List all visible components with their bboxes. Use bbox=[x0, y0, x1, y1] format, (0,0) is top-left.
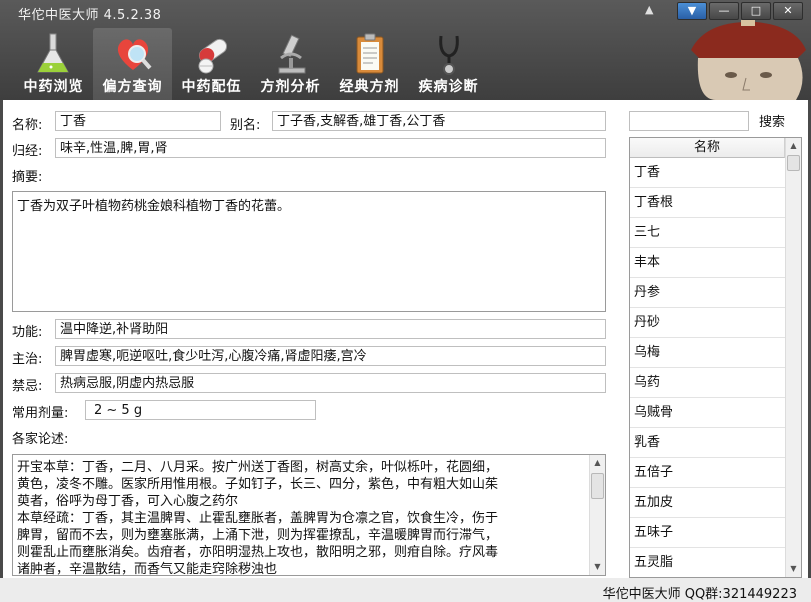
tab-herb-compatibility[interactable]: 中药配伍 bbox=[172, 28, 251, 100]
list-item[interactable]: 丁香 bbox=[630, 158, 785, 188]
list-item[interactable]: 五味子 bbox=[630, 518, 785, 548]
commentary-line: 则霍乱止而壅胀消矣。齿疳者，亦阳明湿热上攻也，散阳明之邪，则疳自除。疗风毒 bbox=[17, 545, 499, 560]
tab-remedy-search[interactable]: 偏方查询 bbox=[93, 28, 172, 100]
summary-label: 摘要: bbox=[12, 170, 43, 185]
commentary-line: 本草经疏：丁香，其主温脾胃、止霍乱壅胀者，盖脾胃为仓凛之官，饮食生冷，伤于 bbox=[17, 511, 499, 526]
list-item[interactable]: 五加皮 bbox=[630, 488, 785, 518]
tab-classic-formulas[interactable]: 经典方剂 bbox=[330, 28, 409, 100]
scroll-down-arrow-icon[interactable]: ▼ bbox=[590, 559, 605, 575]
tab-label: 中药浏览 bbox=[23, 79, 84, 95]
window-title: 华佗中医大师 4.5.2.38 bbox=[18, 8, 162, 23]
meridian-label: 归经: bbox=[12, 144, 43, 159]
name-field[interactable]: 丁香 bbox=[55, 111, 221, 131]
close-button[interactable]: ✕ bbox=[773, 2, 803, 20]
minimize-button[interactable]: — bbox=[709, 2, 739, 20]
clipboard-icon bbox=[356, 33, 384, 74]
herb-list-scrollbar[interactable]: ▲ ▼ bbox=[785, 138, 801, 577]
commentary-label: 各家论述: bbox=[12, 432, 69, 447]
name-label: 名称: bbox=[12, 118, 43, 133]
search-button[interactable]: 搜索 bbox=[759, 111, 785, 130]
menu-button[interactable]: ▼ bbox=[677, 2, 707, 20]
commentary-line: 萸者，俗呼为母丁香，可入心腹之药尔 bbox=[17, 494, 239, 509]
window-controls: ▼ — □ ✕ bbox=[677, 2, 803, 20]
list-item[interactable]: 三七 bbox=[630, 218, 785, 248]
herb-list: 名称 丁香 丁香根 三七 丰本 丹参 丹砂 乌梅 乌药 乌贼骨 乳香 五倍子 五… bbox=[629, 137, 802, 578]
list-item[interactable]: 丰本 bbox=[630, 248, 785, 278]
tab-herb-browse[interactable]: 中药浏览 bbox=[14, 28, 93, 100]
scroll-up-arrow-icon[interactable]: ▲ bbox=[590, 455, 605, 471]
status-text: 华佗中医大师 QQ群:321449223 bbox=[602, 587, 797, 602]
indication-label: 主治: bbox=[12, 352, 43, 367]
microscope-icon bbox=[278, 34, 306, 74]
title-and-toolbar: 华佗中医大师 4.5.2.38 ▲ ▼ — □ ✕ 中药浏览 偏方查询 中药配伍… bbox=[0, 0, 811, 100]
scroll-thumb[interactable] bbox=[591, 473, 604, 499]
scroll-up-arrow-icon[interactable]: ▲ bbox=[786, 138, 801, 154]
herb-list-header[interactable]: 名称 bbox=[630, 138, 785, 158]
dosage-field[interactable]: 2 ~ 5 g bbox=[85, 400, 316, 420]
stethoscope-icon bbox=[439, 35, 459, 75]
search-input[interactable] bbox=[629, 111, 749, 131]
heart-magnifier-icon bbox=[117, 39, 152, 70]
scroll-thumb[interactable] bbox=[787, 155, 800, 171]
list-item[interactable]: 五灵脂 bbox=[630, 548, 785, 577]
alias-label: 别名: bbox=[230, 118, 261, 133]
commentary-line: 开宝本草：丁香，二月、八月采。按广州送丁香图，树高丈余，叶似栎叶，花圆细， bbox=[17, 460, 499, 475]
tab-disease-diagnosis[interactable]: 疾病诊断 bbox=[409, 28, 488, 100]
list-item[interactable]: 五倍子 bbox=[630, 458, 785, 488]
list-item[interactable]: 乳香 bbox=[630, 428, 785, 458]
commentary-textarea[interactable]: 开宝本草：丁香，二月、八月采。按广州送丁香图，树高丈余，叶似栎叶，花圆细， 黄色… bbox=[12, 454, 606, 576]
flask-icon bbox=[37, 33, 69, 73]
tab-label: 方剂分析 bbox=[260, 79, 321, 95]
indication-field[interactable]: 脾胃虚寒,呃逆呕吐,食少吐泻,心腹冷痛,肾虚阳痿,宫冷 bbox=[55, 346, 606, 366]
tab-label: 疾病诊断 bbox=[418, 79, 479, 95]
dosage-label: 常用剂量: bbox=[12, 406, 69, 421]
skin-icon[interactable]: ▲ bbox=[645, 4, 659, 16]
toolbar-tabs: 中药浏览 偏方查询 中药配伍 方剂分析 经典方剂 疾病诊断 bbox=[14, 28, 488, 100]
contraindication-label: 禁忌: bbox=[12, 379, 43, 394]
pills-icon bbox=[198, 38, 228, 74]
maximize-button[interactable]: □ bbox=[741, 2, 771, 20]
tab-label: 经典方剂 bbox=[339, 79, 400, 95]
commentary-text: 开宝本草：丁香，二月、八月采。按广州送丁香图，树高丈余，叶似栎叶，花圆细， 黄色… bbox=[17, 459, 585, 576]
list-item[interactable]: 乌药 bbox=[630, 368, 785, 398]
list-item[interactable]: 乌梅 bbox=[630, 338, 785, 368]
contraindication-field[interactable]: 热病忌服,阴虚内热忌服 bbox=[55, 373, 606, 393]
scroll-down-arrow-icon[interactable]: ▼ bbox=[786, 561, 801, 577]
commentary-line: 诸肿者，辛温散结，而香气又能走窍除秽浊也 bbox=[17, 562, 278, 576]
list-item[interactable]: 丹砂 bbox=[630, 308, 785, 338]
commentary-scrollbar[interactable]: ▲ ▼ bbox=[589, 455, 605, 575]
tab-label: 偏方查询 bbox=[102, 79, 163, 95]
alias-field[interactable]: 丁子香,支解香,雄丁香,公丁香 bbox=[272, 111, 606, 131]
main-panel: 名称: 丁香 别名: 丁子香,支解香,雄丁香,公丁香 归经: 味辛,性温,脾,胃… bbox=[3, 100, 808, 578]
meridian-field[interactable]: 味辛,性温,脾,胃,肾 bbox=[55, 138, 606, 158]
commentary-line: 黄色，凌冬不雕。医家所用惟用根。子如钉子，长三、四分，紫色，中有粗大如山茱 bbox=[17, 477, 499, 492]
list-item[interactable]: 丹参 bbox=[630, 278, 785, 308]
status-bar: 华佗中医大师 QQ群:321449223 bbox=[0, 578, 811, 602]
tab-label: 中药配伍 bbox=[181, 79, 242, 95]
list-item[interactable]: 丁香根 bbox=[630, 188, 785, 218]
function-label: 功能: bbox=[12, 325, 43, 340]
list-item[interactable]: 乌贼骨 bbox=[630, 398, 785, 428]
commentary-line: 脾胃，留而不去，则为壅塞胀满，上涌下泄，则为挥霍撩乱，辛温暖脾胃而行滞气， bbox=[17, 528, 499, 543]
tab-formula-analysis[interactable]: 方剂分析 bbox=[251, 28, 330, 100]
function-field[interactable]: 温中降逆,补肾助阳 bbox=[55, 319, 606, 339]
summary-textarea[interactable]: 丁香为双子叶植物药桃金娘科植物丁香的花蕾。 bbox=[12, 191, 606, 312]
huatuo-portrait-image bbox=[691, 20, 806, 100]
